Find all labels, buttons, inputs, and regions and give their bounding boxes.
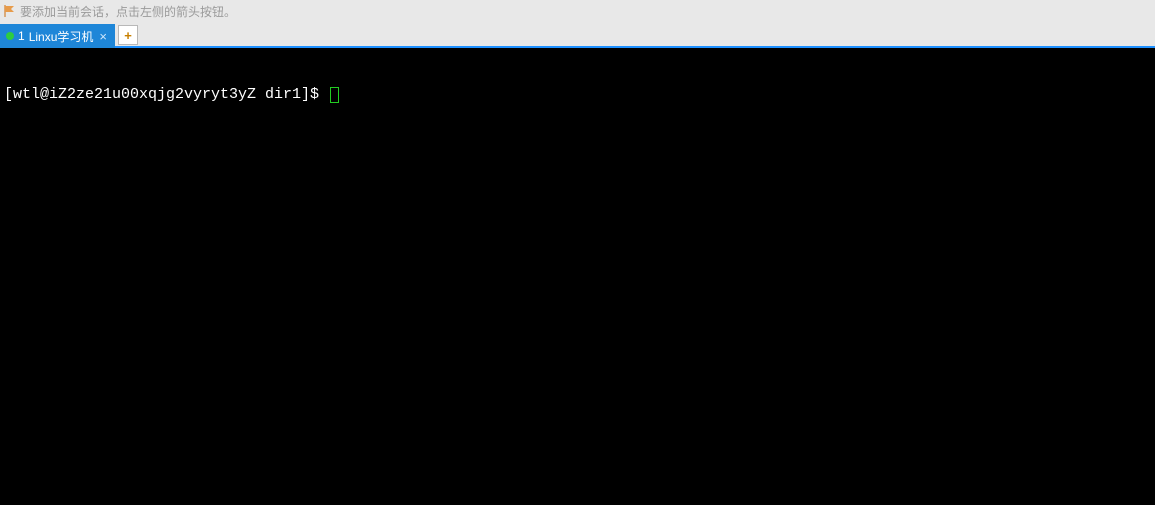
new-tab-button[interactable]: + <box>118 25 138 45</box>
terminal-area[interactable]: [wtl@iZ2ze21u00xqjg2vyryt3yZ dir1]$ <box>0 48 1155 505</box>
plus-icon: + <box>124 28 132 43</box>
tab-label: Linxu学习机 <box>29 28 94 45</box>
close-icon[interactable]: × <box>97 30 109 43</box>
flag-icon <box>4 5 16 17</box>
status-dot-icon <box>6 32 14 40</box>
hint-text: 要添加当前会话，点击左侧的箭头按钮。 <box>20 3 236 20</box>
prompt-line: [wtl@iZ2ze21u00xqjg2vyryt3yZ dir1]$ <box>4 86 1151 104</box>
tab-bar: 1 Linxu学习机 × + <box>0 22 1155 48</box>
tab-session-1[interactable]: 1 Linxu学习机 × <box>0 24 115 48</box>
prompt-text: [wtl@iZ2ze21u00xqjg2vyryt3yZ dir1]$ <box>4 86 328 104</box>
cursor-icon <box>330 87 339 103</box>
hint-bar: 要添加当前会话，点击左侧的箭头按钮。 <box>0 0 1155 22</box>
tab-index: 1 <box>18 29 25 43</box>
